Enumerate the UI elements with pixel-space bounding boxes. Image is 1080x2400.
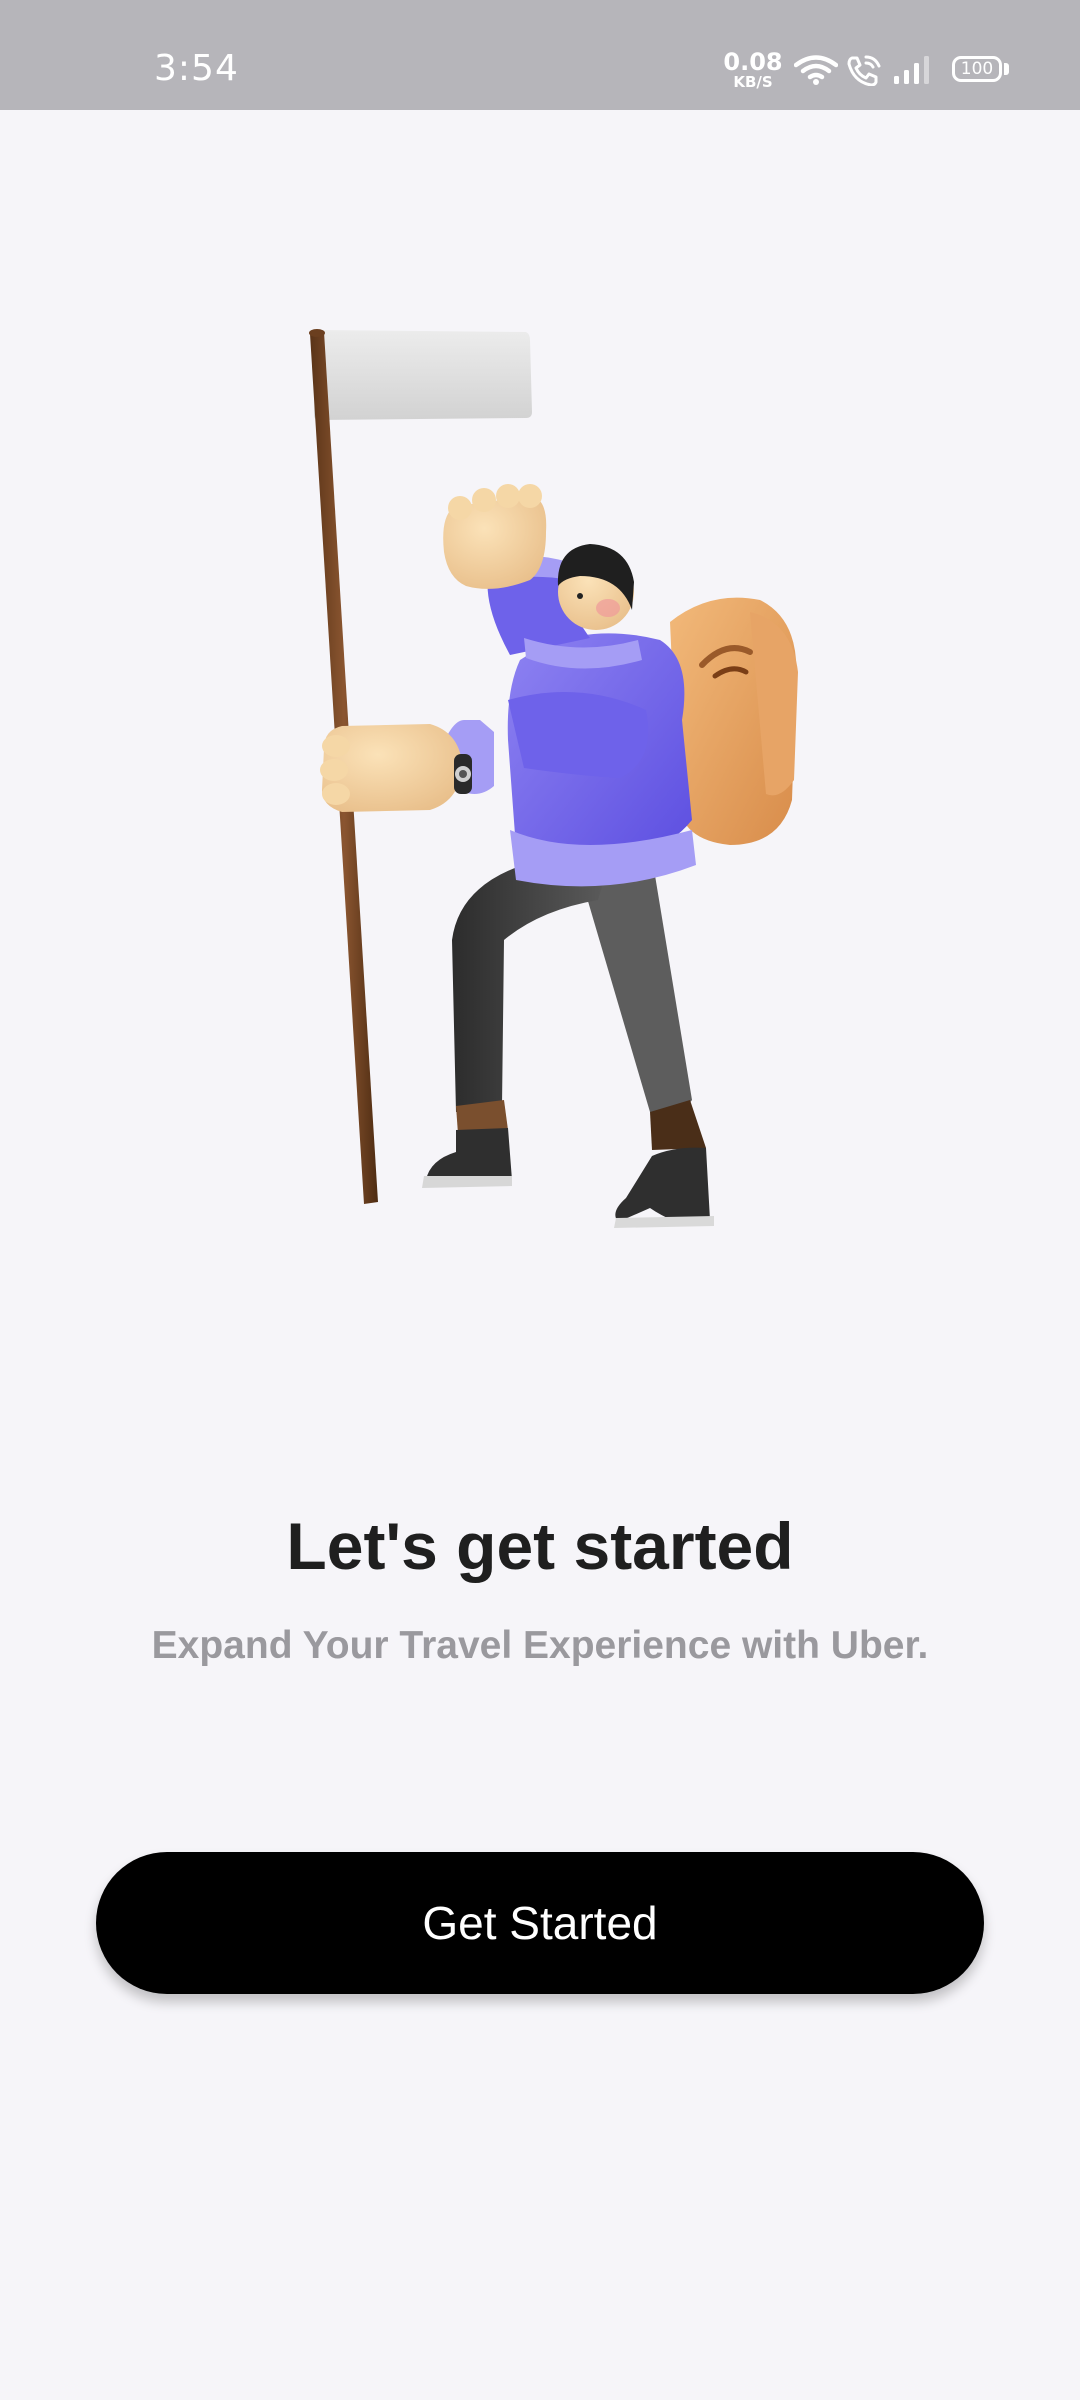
status-time: 3:54: [154, 48, 239, 89]
signal-icon: [894, 56, 929, 84]
network-speed-unit: KB/S: [733, 73, 773, 91]
hiker-with-flag-illustration: [309, 329, 798, 1228]
network-speed-value: 0.08: [723, 48, 783, 76]
battery-level: 100: [960, 59, 994, 79]
get-started-button[interactable]: Get Started: [96, 1852, 984, 1994]
wifi-icon: [794, 55, 838, 85]
status-bar: 3:54 0.08 KB/S 100: [0, 0, 1080, 110]
network-speed: 0.08 KB/S: [722, 50, 784, 90]
get-started-label: Get Started: [422, 1897, 658, 1949]
battery-icon: 100: [952, 56, 1002, 82]
onboarding-subtitle: Expand Your Travel Experience with Uber.: [151, 1624, 929, 1667]
onboarding-title: Let's get started: [286, 1509, 794, 1583]
battery-tip: [1004, 63, 1009, 75]
wifi-call-icon: [847, 55, 881, 86]
